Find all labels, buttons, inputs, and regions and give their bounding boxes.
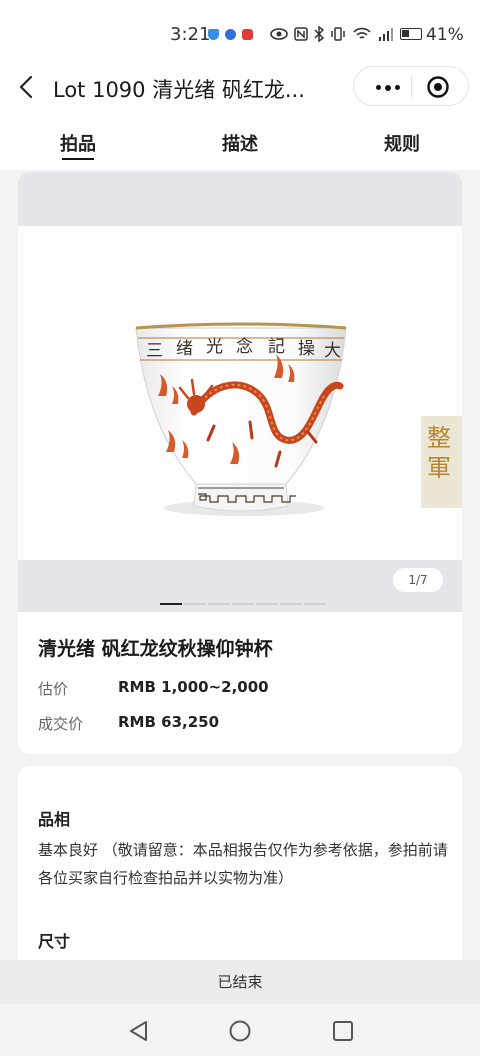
app-icon — [242, 29, 253, 40]
lot-photo[interactable]: 三 绪 光 念 記 操 大 — [18, 226, 462, 560]
battery-percentage: 41% — [426, 25, 464, 45]
nfc-icon — [294, 27, 308, 41]
svg-text:軍: 軍 — [427, 454, 451, 482]
svg-text:三: 三 — [146, 341, 163, 361]
system-navigation-bar — [0, 1004, 480, 1056]
notification-icons — [208, 29, 253, 40]
nav-home-button[interactable] — [227, 1018, 253, 1044]
lot-details-card: 品相 基本良好 （敬请留意：本品相报告仅作为参考依据，参拍前请各位买家自行检查拍… — [18, 766, 462, 960]
tab-bar: 拍品 描述 规则 — [0, 112, 480, 170]
svg-text:念: 念 — [236, 336, 253, 357]
mini-program-capsule — [353, 66, 469, 106]
status-bar: 3:21 41% — [0, 0, 480, 70]
svg-text:整: 整 — [427, 424, 451, 452]
globe-icon — [225, 29, 236, 40]
vibrate-icon — [331, 27, 345, 41]
svg-text:操: 操 — [298, 339, 315, 359]
capsule-divider — [411, 77, 412, 97]
system-icons — [270, 26, 422, 42]
battery-icon — [400, 28, 422, 40]
chevron-left-icon — [19, 75, 33, 99]
bluetooth-icon — [314, 26, 324, 42]
sold-price-value: RMB 63,250 — [118, 713, 220, 731]
estimate-label: 估价 — [38, 680, 69, 698]
next-image-preview[interactable]: 整 軍 — [421, 416, 462, 508]
app-screen: { "status_bar": { "time": "3:21", "batte… — [0, 0, 480, 1056]
eye-icon — [270, 28, 288, 40]
progress-segment — [184, 603, 206, 605]
svg-text:绪: 绪 — [176, 339, 193, 359]
lot-name: 清光绪 矾红龙纹秋操仰钟杯 — [38, 638, 273, 660]
square-recents-icon — [333, 1021, 353, 1041]
shield-icon — [208, 29, 219, 40]
status-time: 3:21 — [170, 24, 211, 45]
calligraphy-thumbnail: 整 軍 — [427, 424, 451, 482]
sold-price-label: 成交价 — [38, 715, 84, 733]
circle-home-icon — [229, 1020, 251, 1042]
gallery-progress — [160, 603, 326, 605]
target-close-icon — [427, 76, 449, 98]
nav-back-button[interactable] — [126, 1018, 152, 1044]
svg-text:光: 光 — [206, 337, 223, 357]
svg-text:大: 大 — [324, 341, 341, 361]
svg-text:記: 記 — [268, 337, 285, 357]
more-dot-icon — [385, 84, 391, 91]
condition-heading: 品相 — [38, 810, 71, 829]
progress-segment — [280, 603, 302, 605]
tab-description[interactable]: 描述 — [222, 130, 258, 156]
more-button[interactable] — [364, 67, 410, 105]
tab-lot[interactable]: 拍品 — [60, 130, 96, 156]
wifi-icon — [353, 27, 371, 39]
progress-segment — [208, 603, 230, 605]
lot-info-card: 清光绪 矾红龙纹秋操仰钟杯 估价 RMB 1,000~2,000 成交价 RMB… — [18, 612, 462, 754]
active-tab-indicator — [62, 158, 94, 160]
close-miniprogram-button[interactable] — [416, 69, 460, 105]
size-heading: 尺寸 — [38, 932, 71, 951]
back-button[interactable] — [12, 72, 42, 102]
nav-recents-button[interactable] — [330, 1018, 356, 1044]
progress-segment — [232, 603, 254, 605]
image-counter: 1/7 — [393, 568, 443, 592]
tab-rules[interactable]: 规则 — [384, 130, 420, 156]
page-title: Lot 1090 清光绪 矾红龙... — [53, 78, 305, 102]
signal-icon — [379, 28, 393, 41]
navigation-header: Lot 1090 清光绪 矾红龙... — [0, 62, 480, 112]
progress-segment — [304, 603, 326, 605]
progress-segment — [256, 603, 278, 605]
more-dot-icon — [395, 85, 400, 90]
condition-text: 基本良好 （敬请留意：本品相报告仅作为参考依据，参拍前请各位买家自行检查拍品并以… — [38, 841, 448, 887]
estimate-value: RMB 1,000~2,000 — [118, 678, 269, 696]
image-gallery[interactable]: 三 绪 光 念 記 操 大 整 軍 1/7 — [18, 172, 462, 612]
more-dot-icon — [376, 85, 381, 90]
progress-segment — [160, 603, 182, 605]
triangle-back-icon — [130, 1021, 147, 1041]
porcelain-cup-image: 三 绪 光 念 記 操 大 — [135, 322, 347, 516]
auction-status-bar: 已结束 — [0, 960, 480, 1004]
